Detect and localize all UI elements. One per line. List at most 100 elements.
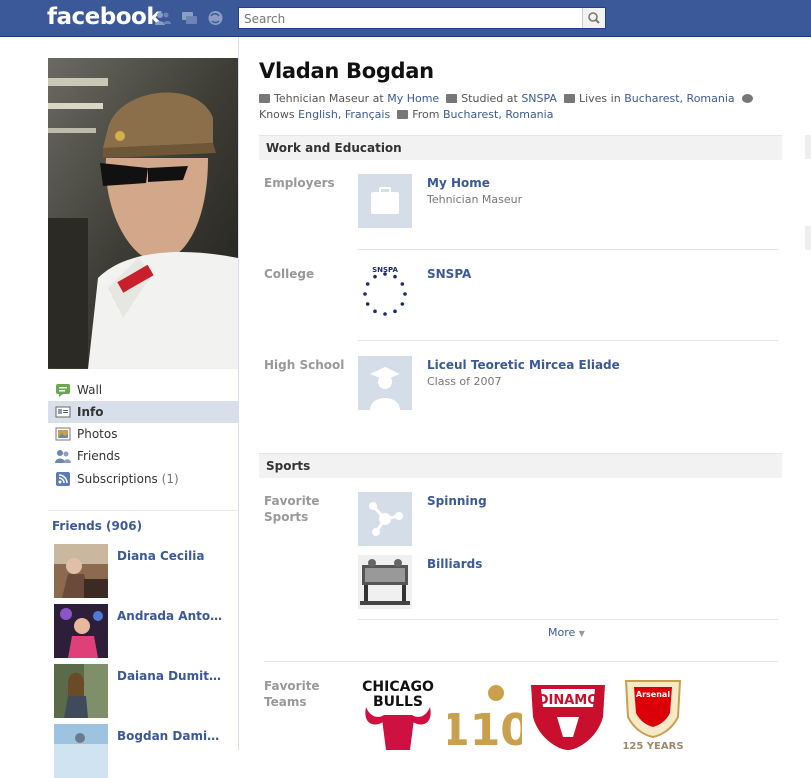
snspa-star bbox=[403, 292, 407, 296]
snspa-star bbox=[365, 282, 370, 286]
location-icon bbox=[563, 94, 575, 103]
nav-info-label: Info bbox=[77, 405, 104, 419]
profile-name: Vladan Bogdan bbox=[259, 59, 434, 83]
snspa-star bbox=[365, 302, 370, 306]
divider bbox=[264, 661, 778, 662]
divider bbox=[358, 619, 778, 620]
spinning-thumbnail[interactable] bbox=[358, 492, 412, 546]
profile-summary: Tehnician Maseur at My Home Studied at S… bbox=[259, 91, 769, 123]
snspa-star bbox=[383, 272, 387, 276]
work-icon bbox=[259, 94, 270, 103]
divider bbox=[358, 340, 778, 341]
sport-spinning[interactable]: Spinning bbox=[427, 494, 487, 508]
search-button[interactable] bbox=[582, 8, 605, 28]
study-place-link[interactable]: SNSPA bbox=[521, 92, 557, 105]
snspa-star bbox=[373, 309, 377, 314]
work-education-title: Work and Education bbox=[266, 141, 402, 155]
favorite-teams-label: Favorite Teams bbox=[264, 679, 320, 709]
snspa-star bbox=[400, 302, 405, 306]
team-110-text: 110 bbox=[448, 705, 522, 750]
subscriptions-icon bbox=[56, 472, 70, 486]
languages-link[interactable]: English, Français bbox=[298, 108, 390, 121]
divider bbox=[358, 249, 778, 250]
friend-item[interactable]: Diana Cecilia bbox=[54, 544, 234, 598]
nav-friends-label: Friends bbox=[77, 449, 121, 463]
friend-name[interactable]: Diana Cecilia bbox=[117, 549, 205, 563]
snspa-star bbox=[400, 282, 405, 286]
team-110[interactable]: 110 bbox=[448, 677, 522, 750]
team-name-dinamo: DINAMO bbox=[538, 693, 599, 708]
search-icon bbox=[588, 12, 600, 24]
interest-icon bbox=[358, 492, 412, 546]
friend-name[interactable]: Andrada Antonia bbox=[117, 609, 223, 623]
friend-avatar[interactable] bbox=[54, 664, 108, 718]
snspa-star bbox=[373, 274, 377, 279]
billiards-thumbnail[interactable] bbox=[358, 555, 412, 609]
nav-info[interactable]: Info bbox=[48, 401, 238, 423]
education-icon bbox=[446, 94, 458, 103]
photos-icon bbox=[55, 427, 71, 441]
employers-label: Employers bbox=[264, 176, 335, 190]
notifications-icon[interactable] bbox=[207, 10, 224, 26]
more-sports-button[interactable]: More ▼ bbox=[548, 626, 585, 639]
friend-name[interactable]: Daiana Dumitre… bbox=[117, 669, 223, 683]
nav-wall[interactable]: Wall bbox=[48, 379, 238, 401]
friend-item[interactable]: Daiana Dumitre… bbox=[54, 664, 234, 718]
college-logo[interactable]: SNSPA bbox=[358, 263, 412, 317]
column-divider bbox=[238, 37, 239, 750]
highschool-thumbnail[interactable] bbox=[358, 356, 412, 410]
billiards-image bbox=[358, 555, 412, 609]
friend-avatar[interactable] bbox=[54, 604, 108, 658]
employer-name[interactable]: My Home bbox=[427, 176, 490, 190]
search-input[interactable] bbox=[239, 9, 584, 29]
friend-name[interactable]: Bogdan Damian bbox=[117, 729, 223, 743]
friend-avatar[interactable] bbox=[54, 544, 108, 598]
profile-picture[interactable] bbox=[48, 58, 238, 369]
home-icon bbox=[397, 110, 409, 119]
subscriptions-count: (1) bbox=[161, 472, 179, 486]
favorite-sports-label: Favorite Sports bbox=[264, 494, 320, 524]
nav-separator bbox=[48, 510, 238, 511]
facebook-logo[interactable]: facebook bbox=[47, 4, 162, 30]
globe-icon bbox=[741, 94, 753, 103]
chevron-down-icon: ▼ bbox=[578, 629, 585, 638]
college-name[interactable]: SNSPA bbox=[427, 267, 471, 281]
briefcase-icon bbox=[358, 174, 412, 228]
highschool-class: Class of 2007 bbox=[427, 375, 502, 388]
snspa-star bbox=[393, 274, 397, 279]
nav-photos-label: Photos bbox=[77, 427, 118, 441]
college-label: College bbox=[264, 267, 315, 281]
nav-photos[interactable]: Photos bbox=[48, 423, 238, 445]
highschool-label: High School bbox=[264, 358, 345, 372]
friend-requests-icon[interactable] bbox=[154, 10, 171, 26]
lives-place-link[interactable]: Bucharest, Romania bbox=[624, 92, 734, 105]
sport-billiards[interactable]: Billiards bbox=[427, 557, 482, 571]
nav-friends[interactable]: Friends bbox=[48, 445, 238, 467]
team-name-arsenal-years: 125 YEARS bbox=[622, 741, 683, 750]
nav-subscriptions[interactable]: Subscriptions (1) bbox=[48, 468, 238, 490]
team-name-chicago: CHICAGO bbox=[362, 679, 434, 695]
team-dinamo[interactable]: DINAMO bbox=[527, 677, 609, 750]
work-place-link[interactable]: My Home bbox=[387, 92, 439, 105]
top-bar: facebook bbox=[0, 0, 811, 37]
sports-header: Sports bbox=[259, 453, 782, 478]
snspa-star bbox=[363, 292, 367, 296]
friends-heading[interactable]: Friends (906) bbox=[52, 519, 142, 533]
team-chicago-bulls[interactable]: CHICAGO BULLS bbox=[356, 677, 440, 750]
friend-item[interactable]: Andrada Antonia bbox=[54, 604, 234, 658]
sports-title: Sports bbox=[266, 459, 311, 473]
friend-avatar[interactable] bbox=[54, 724, 108, 778]
info-icon bbox=[55, 406, 71, 418]
wall-icon bbox=[56, 384, 70, 397]
nav-wall-label: Wall bbox=[77, 383, 103, 397]
highschool-name[interactable]: Liceul Teoretic Mircea Eliade bbox=[427, 358, 620, 372]
snspa-star bbox=[393, 309, 397, 314]
search-box bbox=[238, 7, 606, 29]
team-name-bulls: BULLS bbox=[373, 694, 423, 710]
employer-thumbnail[interactable] bbox=[358, 174, 412, 228]
friend-item[interactable]: Bogdan Damian bbox=[54, 724, 234, 778]
right-edge-tab bbox=[805, 226, 811, 250]
hometown-link[interactable]: Bucharest, Romania bbox=[443, 108, 553, 121]
team-arsenal[interactable]: Arsenal 125 YEARS bbox=[612, 677, 694, 750]
messages-icon[interactable] bbox=[181, 10, 198, 26]
